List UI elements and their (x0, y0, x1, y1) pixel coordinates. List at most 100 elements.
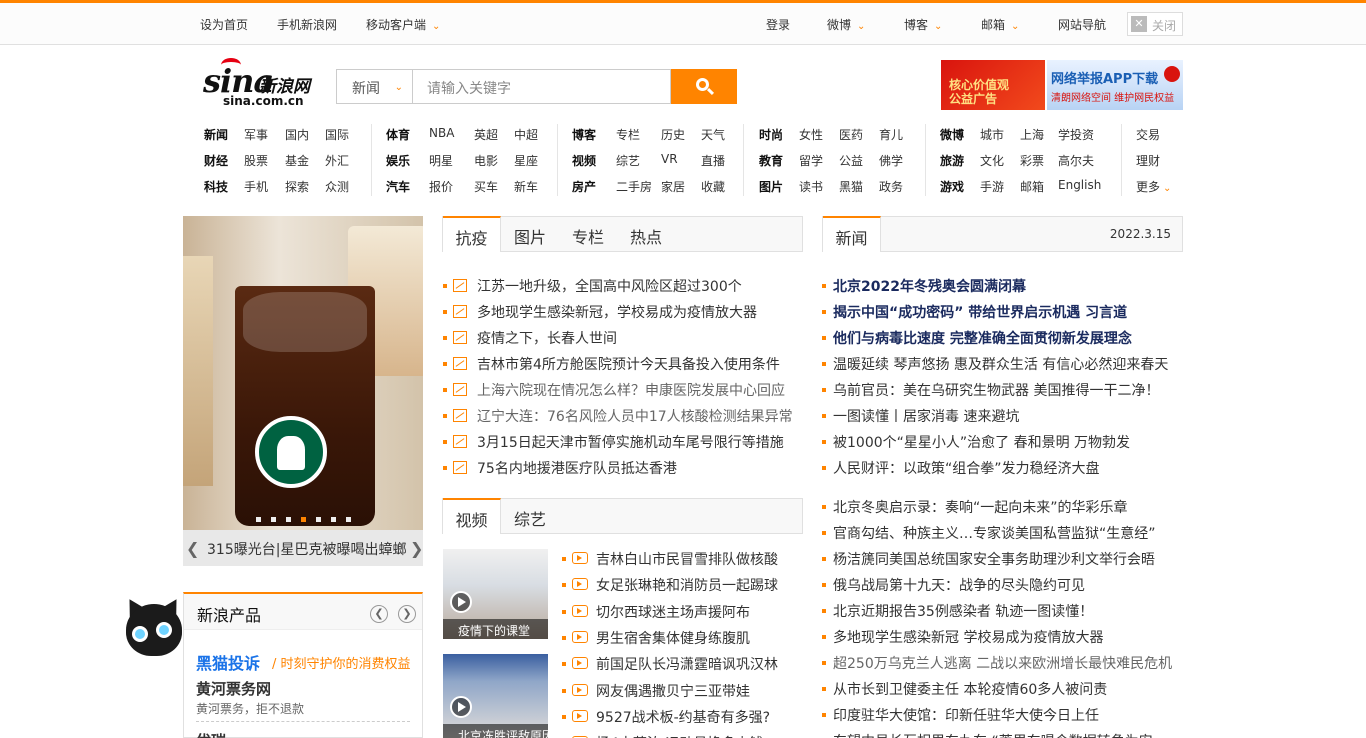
set-homepage-link[interactable]: 设为首页 (200, 16, 248, 33)
nav-link[interactable]: 城市 (980, 126, 1004, 143)
slide-dot[interactable] (256, 517, 261, 522)
tab-epidemic[interactable]: 抗疫 (443, 216, 501, 252)
nav-link[interactable]: 上海 (1020, 126, 1044, 143)
nav-link[interactable]: VR (661, 152, 678, 166)
slide-dot[interactable] (271, 517, 276, 522)
nav-link[interactable]: 学投资 (1058, 126, 1094, 143)
photo-slideshow[interactable]: 315曝光台|星巴克被曝喝出蟑螂 ❮ ❯ (183, 216, 423, 566)
mail-menu[interactable]: 邮箱 ⌄ (981, 16, 1019, 33)
tab-columns[interactable]: 专栏 (559, 217, 617, 252)
nav-link[interactable]: 育儿 (879, 126, 903, 143)
slide-dot[interactable] (286, 517, 291, 522)
nav-link[interactable]: 收藏 (701, 178, 725, 195)
nav-link[interactable]: 留学 (799, 152, 823, 169)
chevron-left-icon[interactable]: ❮ (186, 539, 199, 558)
mobile-sina-link[interactable]: 手机新浪网 (277, 16, 337, 33)
product-item-title[interactable]: 黄河票务网 (196, 678, 271, 699)
nav-link[interactable]: 旅游 (940, 152, 964, 169)
nav-link[interactable]: 读书 (799, 178, 823, 195)
nav-link[interactable]: 政务 (879, 178, 903, 195)
nav-link[interactable]: 图片 (759, 178, 783, 195)
nav-link[interactable]: 高尔夫 (1058, 152, 1094, 169)
nav-link[interactable]: 星座 (514, 152, 538, 169)
chevron-right-icon[interactable]: ❯ (398, 605, 416, 623)
more-menu[interactable]: 更多 ⌄ (1136, 178, 1171, 195)
nav-link[interactable]: 时尚 (759, 126, 783, 143)
nav-link[interactable]: 理财 (1136, 152, 1160, 169)
nav-link[interactable]: 佛学 (879, 152, 903, 169)
slide-image[interactable] (183, 216, 423, 530)
nav-link[interactable]: 微博 (940, 126, 964, 143)
nav-link[interactable]: 国内 (285, 126, 309, 143)
nav-link[interactable]: 股票 (244, 152, 268, 169)
nav-link[interactable]: 中超 (514, 126, 538, 143)
login-link[interactable]: 登录 (766, 16, 790, 33)
tab-news[interactable]: 新闻 (823, 216, 881, 252)
nav-link[interactable]: 电影 (474, 152, 498, 169)
nav-link[interactable]: 直播 (701, 152, 725, 169)
site-nav-link[interactable]: 网站导航 (1058, 16, 1106, 33)
nav-link[interactable]: 教育 (759, 152, 783, 169)
nav-link[interactable]: 基金 (285, 152, 309, 169)
nav-link[interactable]: 体育 (386, 126, 410, 143)
mobile-client-menu[interactable]: 移动客户端 ⌄ (366, 16, 440, 33)
nav-link[interactable]: 新车 (514, 178, 538, 195)
nav-link[interactable]: 众测 (325, 178, 349, 195)
tab-hot[interactable]: 热点 (617, 217, 675, 252)
nav-link[interactable]: 报价 (429, 178, 453, 195)
report-app-ad[interactable]: 网络举报APP下载 清朗网络空间 维护网民权益 (1047, 60, 1183, 110)
search-button[interactable] (671, 69, 737, 104)
slide-dot[interactable] (301, 517, 306, 522)
header-ad-banner[interactable]: 核心价值观 公益广告 网络举报APP下载 清朗网络空间 维护网民权益 (941, 60, 1183, 110)
nav-link[interactable]: 英超 (474, 126, 498, 143)
chevron-left-icon[interactable]: ❮ (370, 605, 388, 623)
product-item-desc[interactable]: 黄河票务，拒不退款 (196, 700, 304, 717)
values-ad[interactable]: 核心价值观 公益广告 (941, 60, 1045, 110)
nav-link[interactable]: 买车 (474, 178, 498, 195)
nav-link[interactable]: English (1058, 178, 1101, 192)
close-button[interactable]: ✕ 关闭 (1127, 12, 1183, 36)
slide-dot[interactable] (346, 517, 351, 522)
nav-link[interactable]: 历史 (661, 126, 685, 143)
nav-link[interactable]: 新闻 (204, 126, 228, 143)
nav-link[interactable]: 军事 (244, 126, 268, 143)
nav-link[interactable]: 综艺 (616, 152, 640, 169)
product-item-title[interactable]: 优瑞 (196, 730, 226, 738)
nav-link[interactable]: 科技 (204, 178, 228, 195)
nav-link[interactable]: 娱乐 (386, 152, 410, 169)
nav-link[interactable]: 探索 (285, 178, 309, 195)
weibo-menu[interactable]: 微博 ⌄ (827, 16, 865, 33)
nav-link[interactable]: 外汇 (325, 152, 349, 169)
nav-link[interactable]: 房产 (572, 178, 596, 195)
video-thumb[interactable]: 疫情下的课堂 (443, 549, 548, 639)
nav-link[interactable]: 汽车 (386, 178, 410, 195)
tab-pictures[interactable]: 图片 (501, 217, 559, 252)
black-cat-mascot[interactable] (120, 594, 186, 662)
nav-link[interactable]: 公益 (839, 152, 863, 169)
search-category-select[interactable]: 新闻 ⌄ (336, 69, 412, 104)
nav-link[interactable]: 国际 (325, 126, 349, 143)
nav-link[interactable]: 博客 (572, 126, 596, 143)
nav-link[interactable]: 游戏 (940, 178, 964, 195)
nav-link[interactable]: 视频 (572, 152, 596, 169)
slide-dot[interactable] (316, 517, 321, 522)
nav-link[interactable]: 交易 (1136, 126, 1160, 143)
chevron-right-icon[interactable]: ❯ (410, 539, 423, 558)
tab-variety[interactable]: 综艺 (501, 499, 559, 534)
nav-link[interactable]: 手游 (980, 178, 1004, 195)
tab-video[interactable]: 视频 (443, 498, 501, 534)
slide-caption[interactable]: 315曝光台|星巴克被曝喝出蟑螂 (183, 530, 423, 566)
video-thumb[interactable]: 北京冻胜评敌原因 (443, 654, 548, 738)
nav-link[interactable]: 家居 (661, 178, 685, 195)
nav-link[interactable]: 天气 (701, 126, 725, 143)
nav-link[interactable]: 二手房 (616, 178, 652, 195)
nav-link[interactable]: 邮箱 (1020, 178, 1044, 195)
slide-dot[interactable] (331, 517, 336, 522)
search-input[interactable]: 请输入关键字 (412, 69, 671, 104)
nav-link[interactable]: 黑猫 (839, 178, 863, 195)
nav-link[interactable]: 财经 (204, 152, 228, 169)
nav-link[interactable]: 彩票 (1020, 152, 1044, 169)
sina-logo[interactable]: sina 新浪网 sina.com.cn (203, 58, 315, 110)
nav-link[interactable]: 明星 (429, 152, 453, 169)
nav-link[interactable]: 文化 (980, 152, 1004, 169)
